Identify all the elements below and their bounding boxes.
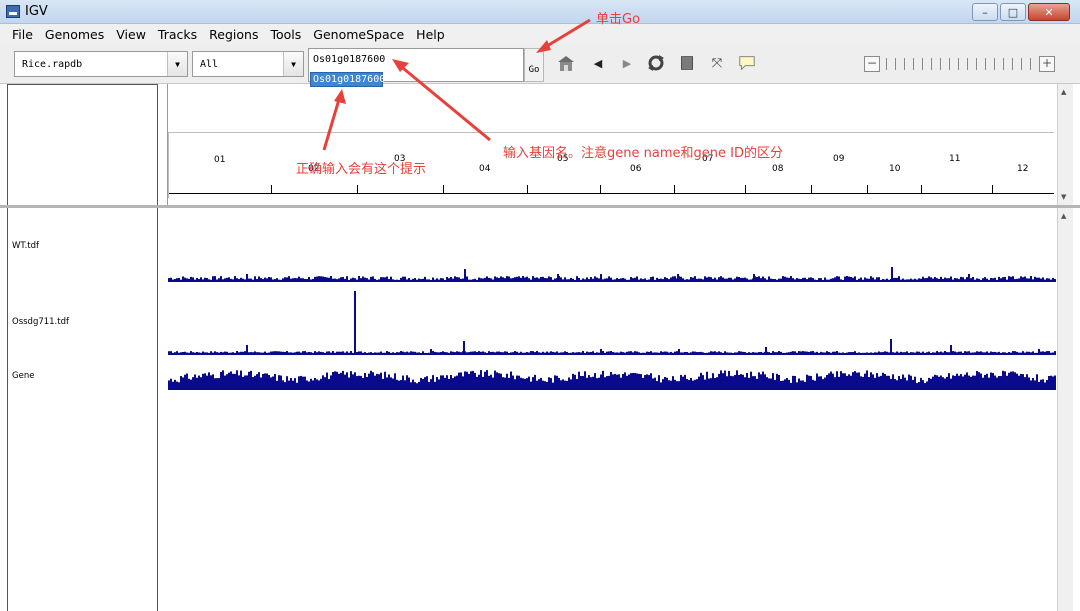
toolbar: Rice.rapdb ▼ All ▼ Os01g0187600 Go ◀ ▶ ⤧…	[0, 44, 1080, 84]
genome-value: Rice.rapdb	[22, 59, 83, 70]
ruler-tick	[357, 185, 358, 193]
chromosome-label[interactable]: 10	[889, 164, 900, 174]
menu-view[interactable]: View	[116, 27, 146, 42]
popup-text-icon[interactable]	[737, 53, 757, 73]
ruler-tick	[745, 185, 746, 193]
minimize-button[interactable]: –	[972, 3, 998, 21]
ruler-tick	[674, 185, 675, 193]
chromosome-label[interactable]: 06	[630, 164, 641, 174]
refresh-icon[interactable]	[646, 53, 666, 73]
menu-file[interactable]: File	[12, 27, 33, 42]
gene-density-track[interactable]	[168, 370, 1056, 390]
scroll-down-icon[interactable]: ▼	[1061, 193, 1066, 201]
igv-app-icon	[6, 5, 20, 18]
window-controls: – □ ✕	[970, 3, 1070, 21]
scroll-up-icon[interactable]: ▲	[1061, 212, 1066, 220]
track-data-svg	[168, 267, 1056, 390]
ruler-tick	[600, 185, 601, 193]
track-name-panel	[7, 208, 158, 611]
back-icon[interactable]: ◀	[588, 53, 608, 73]
ruler-tick	[992, 185, 993, 193]
chromosome-label[interactable]: 12	[1017, 164, 1028, 174]
track-name-ossdg711[interactable]: Ossdg711.tdf	[12, 317, 69, 327]
zoom-out-button[interactable]: −	[864, 56, 880, 72]
resize-icon[interactable]: ⤧	[707, 53, 727, 73]
ruler-tick	[867, 185, 868, 193]
chromosome-label[interactable]: 09	[833, 154, 844, 164]
chromosome-label[interactable]: 08	[772, 164, 783, 174]
ruler-tick	[921, 185, 922, 193]
zoom-slider[interactable]	[886, 58, 1034, 70]
annotation-correct-hint: 正确输入会有这个提示	[296, 162, 427, 177]
chromosome-value: All	[200, 59, 219, 70]
menu-help[interactable]: Help	[416, 27, 445, 42]
home-icon[interactable]	[556, 53, 576, 73]
chromosome-dropdown[interactable]: All ▼	[192, 51, 304, 77]
maximize-button[interactable]: □	[1000, 3, 1026, 21]
close-button[interactable]: ✕	[1028, 3, 1070, 21]
track-name-gene[interactable]: Gene	[12, 371, 34, 381]
menu-genomespace[interactable]: GenomeSpace	[313, 27, 404, 42]
menu-tracks[interactable]: Tracks	[158, 27, 197, 42]
scroll-up-icon[interactable]: ▲	[1061, 88, 1066, 96]
annotation-input-gene: 输入基因名。注意gene name和gene ID的区分	[503, 146, 783, 161]
ruler-baseline	[169, 193, 1054, 194]
ruler-tick	[271, 185, 272, 193]
go-button[interactable]: Go	[524, 48, 544, 82]
wt-coverage-track[interactable]	[168, 267, 1056, 282]
chromosome-label[interactable]: 04	[479, 164, 490, 174]
chromosome-label[interactable]: 01	[214, 155, 225, 165]
title-bar: IGV – □ ✕	[0, 0, 1080, 24]
forward-icon[interactable]: ▶	[617, 53, 637, 73]
menu-tools[interactable]: Tools	[270, 27, 301, 42]
chevron-down-icon: ▼	[167, 52, 187, 76]
roi-icon[interactable]	[677, 53, 697, 73]
ossdg711-coverage-track[interactable]	[168, 291, 1056, 355]
menu-bar: File Genomes View Tracks Regions Tools G…	[0, 24, 1080, 44]
chromosome-label[interactable]: 11	[949, 154, 960, 164]
data-scrollbar[interactable]: ▲	[1057, 208, 1073, 611]
window-title: IGV	[25, 4, 48, 19]
ruler-tick	[443, 185, 444, 193]
zoom-widget: − +	[864, 56, 1057, 72]
header-name-panel	[7, 84, 158, 206]
maximize-icon: □	[1007, 5, 1019, 19]
menu-regions[interactable]: Regions	[209, 27, 258, 42]
menu-genomes[interactable]: Genomes	[45, 27, 104, 42]
annotation-click-go: 单击Go	[596, 12, 641, 27]
chevron-down-icon: ▼	[283, 52, 303, 76]
close-icon: ✕	[1044, 5, 1054, 19]
zoom-in-button[interactable]: +	[1039, 56, 1055, 72]
locus-suggestion-item[interactable]: Os01g0187600	[310, 72, 385, 87]
track-name-wt[interactable]: WT.tdf	[12, 241, 39, 251]
header-scrollbar[interactable]: ▲ ▼	[1057, 84, 1073, 205]
ruler-tick	[811, 185, 812, 193]
genome-dropdown[interactable]: Rice.rapdb ▼	[14, 51, 188, 77]
ruler-tick	[527, 185, 528, 193]
minimize-icon: –	[982, 5, 988, 19]
locus-value: Os01g0187600	[313, 54, 386, 65]
